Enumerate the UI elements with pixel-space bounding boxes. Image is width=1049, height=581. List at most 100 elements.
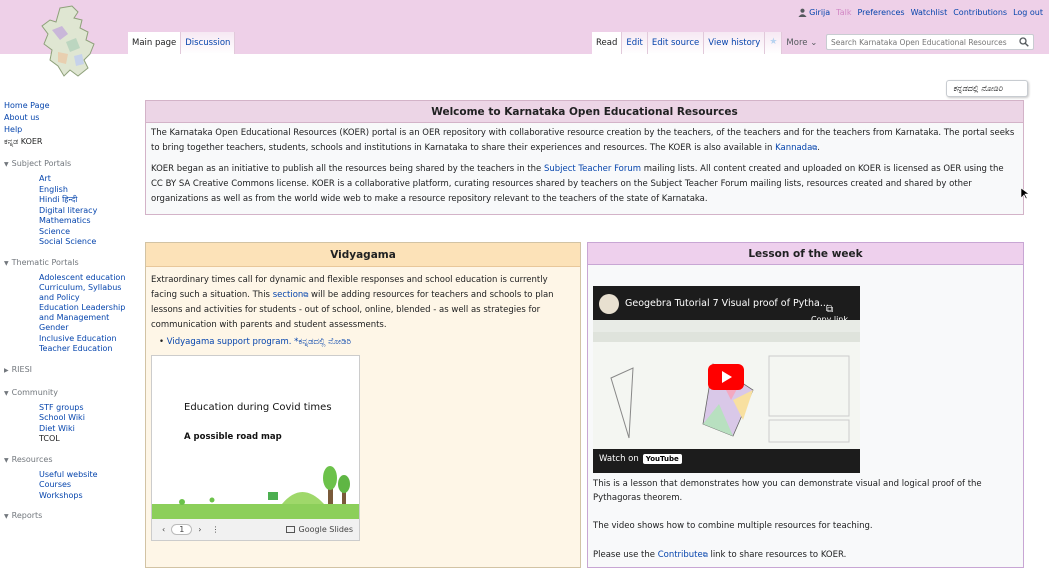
lesson-paragraph-1: This is a lesson that demonstrates how y… [593, 479, 982, 503]
sidebar-item-useful-website[interactable]: Useful website [39, 470, 98, 479]
sidebar-item-art[interactable]: Art [39, 174, 51, 183]
welcome-text: The Karnataka Open Educational Resources… [151, 128, 1015, 153]
sidebar-item-tcol[interactable]: TCOL [39, 434, 60, 443]
lesson-text: Please use the [593, 550, 658, 560]
previous-slide-icon[interactable]: ‹ [162, 525, 165, 534]
portal-riesi-toggle[interactable]: ▶ RIESI [0, 364, 128, 377]
sidebar-item-courses[interactable]: Courses [39, 480, 71, 489]
talk-link[interactable]: Talk [836, 8, 851, 17]
user-link[interactable]: Girija [798, 8, 830, 17]
youtube-logo-icon: YouTube [642, 454, 682, 464]
sidebar-item-about[interactable]: About us [4, 113, 39, 122]
welcome-title: Welcome to Karnataka Open Educational Re… [146, 101, 1023, 123]
lesson-paragraph-3: Please use the Contribute⧉ link to share… [593, 548, 1013, 562]
personal-tools: Girija Talk Preferences Watchlist Contri… [798, 8, 1043, 17]
sidebar-item-school-wiki[interactable]: School Wiki [39, 413, 85, 422]
google-slides-label[interactable]: Google Slides [299, 525, 353, 534]
search-box [826, 34, 1034, 50]
preferences-link[interactable]: Preferences [858, 8, 905, 17]
portal-resources: ▼ Resources Useful website Courses Worksh… [0, 454, 128, 501]
road-illustration [152, 466, 359, 520]
tab-discussion[interactable]: Discussion [181, 32, 236, 54]
sidebar-item-workshops[interactable]: Workshops [39, 491, 83, 500]
portal-title: Subject Portals [11, 159, 72, 168]
portal-reports: ▼ Reports [0, 510, 128, 523]
portal-subject-toggle[interactable]: ▼ Subject Portals [0, 158, 128, 171]
sidebar-item-stf-groups[interactable]: STF groups [39, 403, 84, 412]
tab-view-history[interactable]: View history [704, 32, 766, 54]
lesson-text: link to share resources to KOER. [707, 550, 847, 560]
contribute-link[interactable]: Contribute [658, 550, 703, 560]
vidyagama-box: Vidyagama Extraordinary times call for d… [145, 242, 581, 568]
sidebar-item-social-science[interactable]: Social Science [39, 237, 96, 246]
vidyagama-support-link[interactable]: Vidyagama support program. [167, 337, 292, 347]
contributions-link[interactable]: Contributions [953, 8, 1007, 17]
youtube-embed[interactable]: Geogebra Tutorial 7 Visual proof of Pyth… [593, 286, 860, 473]
video-title[interactable]: Geogebra Tutorial 7 Visual proof of Pyth… [625, 298, 829, 309]
logout-link[interactable]: Log out [1013, 8, 1043, 17]
subject-teacher-forum-link[interactable]: Subject Teacher Forum [544, 164, 641, 174]
tab-edit[interactable]: Edit [622, 32, 648, 54]
sidebar-item-help[interactable]: Help [4, 125, 22, 134]
tab-main-page[interactable]: Main page [128, 32, 182, 54]
portal-resources-toggle[interactable]: ▼ Resources [0, 454, 128, 467]
portal-title: RIESI [11, 364, 33, 374]
google-slides-embed[interactable]: Education during Covid times A possible … [151, 355, 360, 539]
sidebar-item-inclusive-education[interactable]: Inclusive Education [39, 334, 117, 343]
chevron-down-icon: ▼ [4, 259, 9, 267]
lesson-paragraph-2: The video shows how to combine multiple … [593, 521, 873, 531]
watch-on-label: Watch on [599, 454, 639, 464]
more-options-icon[interactable]: ⋮ [212, 525, 220, 534]
kannada-view-link[interactable]: *ಕನ್ನಡದಲ್ಲಿ ನೋಡಿರಿ [294, 337, 351, 347]
sidebar-item-digital-literacy[interactable]: Digital literacy [39, 206, 97, 215]
sidebar-item-adolescent-education[interactable]: Adolescent education [39, 273, 125, 282]
section-link[interactable]: section [273, 290, 304, 300]
more-menu[interactable]: More ⌄ [782, 32, 821, 54]
portal-reports-toggle[interactable]: ▼ Reports [0, 510, 128, 523]
sidebar-item-kannada-koer[interactable]: ಕನ್ನಡ KOER [4, 137, 43, 146]
watch-on-youtube-button[interactable]: Watch on YouTube [599, 454, 682, 464]
namespace-tabs: Main page Discussion [128, 32, 236, 54]
vidyagama-title: Vidyagama [146, 243, 580, 267]
sidebar-item-mathematics[interactable]: Mathematics [39, 216, 91, 225]
lesson-of-week-box: Lesson of the week Geogebra Tutorial 7 V… [587, 242, 1024, 568]
slide-subtitle: A possible road map [184, 432, 282, 442]
watch-star-icon[interactable]: ★ [765, 32, 783, 54]
search-input[interactable] [827, 35, 1011, 49]
sidebar-item-home[interactable]: Home Page [4, 101, 50, 110]
vidyagama-paragraph: Extraordinary times call for dynamic and… [146, 267, 580, 333]
search-icon[interactable] [1019, 37, 1029, 47]
view-in-kannada-button[interactable]: ಕನ್ನಡದಲ್ಲಿ ನೋಡಿರಿ [946, 80, 1028, 97]
watchlist-link[interactable]: Watchlist [911, 8, 948, 17]
portal-thematic-toggle[interactable]: ▼ Thematic Portals [0, 257, 128, 270]
lesson-title: Lesson of the week [588, 243, 1023, 265]
sidebar-item-english[interactable]: English [39, 185, 68, 194]
karnataka-map-logo[interactable] [30, 4, 112, 84]
welcome-text: . [817, 143, 820, 153]
more-label: More [786, 38, 808, 48]
user-name[interactable]: Girija [809, 8, 830, 17]
sidebar-item-gender[interactable]: Gender [39, 323, 68, 332]
sidebar-item-teacher-education[interactable]: Teacher Education [39, 344, 112, 353]
sidebar-item-science[interactable]: Science [39, 227, 70, 236]
view-tabs: Read Edit Edit source View history ★ Mor… [592, 32, 821, 54]
next-slide-icon[interactable]: › [198, 525, 201, 534]
sidebar-item-diet-wiki[interactable]: Diet Wiki [39, 424, 75, 433]
slide-page-number[interactable]: 1 [171, 524, 193, 535]
user-icon [798, 8, 807, 17]
portal-community-toggle[interactable]: ▼ Community [0, 387, 128, 400]
mouse-cursor-icon [1021, 188, 1029, 200]
channel-avatar[interactable] [599, 294, 619, 314]
tab-read[interactable]: Read [592, 32, 623, 54]
kannada-link[interactable]: Kannada [775, 143, 812, 153]
portal-community: ▼ Community STF groups School Wiki Diet W… [0, 387, 128, 444]
copy-icon: ⧉ [825, 304, 834, 315]
welcome-box: Welcome to Karnataka Open Educational Re… [145, 100, 1024, 215]
sidebar-item-education-leadership[interactable]: Education Leadership and Management [39, 303, 125, 322]
play-button[interactable] [708, 364, 744, 390]
sidebar-item-hindi[interactable]: Hindi हिन्दी [39, 195, 77, 204]
sidebar-item-curriculum[interactable]: Curriculum, Syllabus and Policy [39, 283, 121, 302]
sidebar-nav: Home Page About us Help ಕನ್ನಡ KOER [0, 100, 128, 148]
chevron-down-icon: ▼ [4, 389, 9, 397]
tab-edit-source[interactable]: Edit source [647, 32, 705, 54]
